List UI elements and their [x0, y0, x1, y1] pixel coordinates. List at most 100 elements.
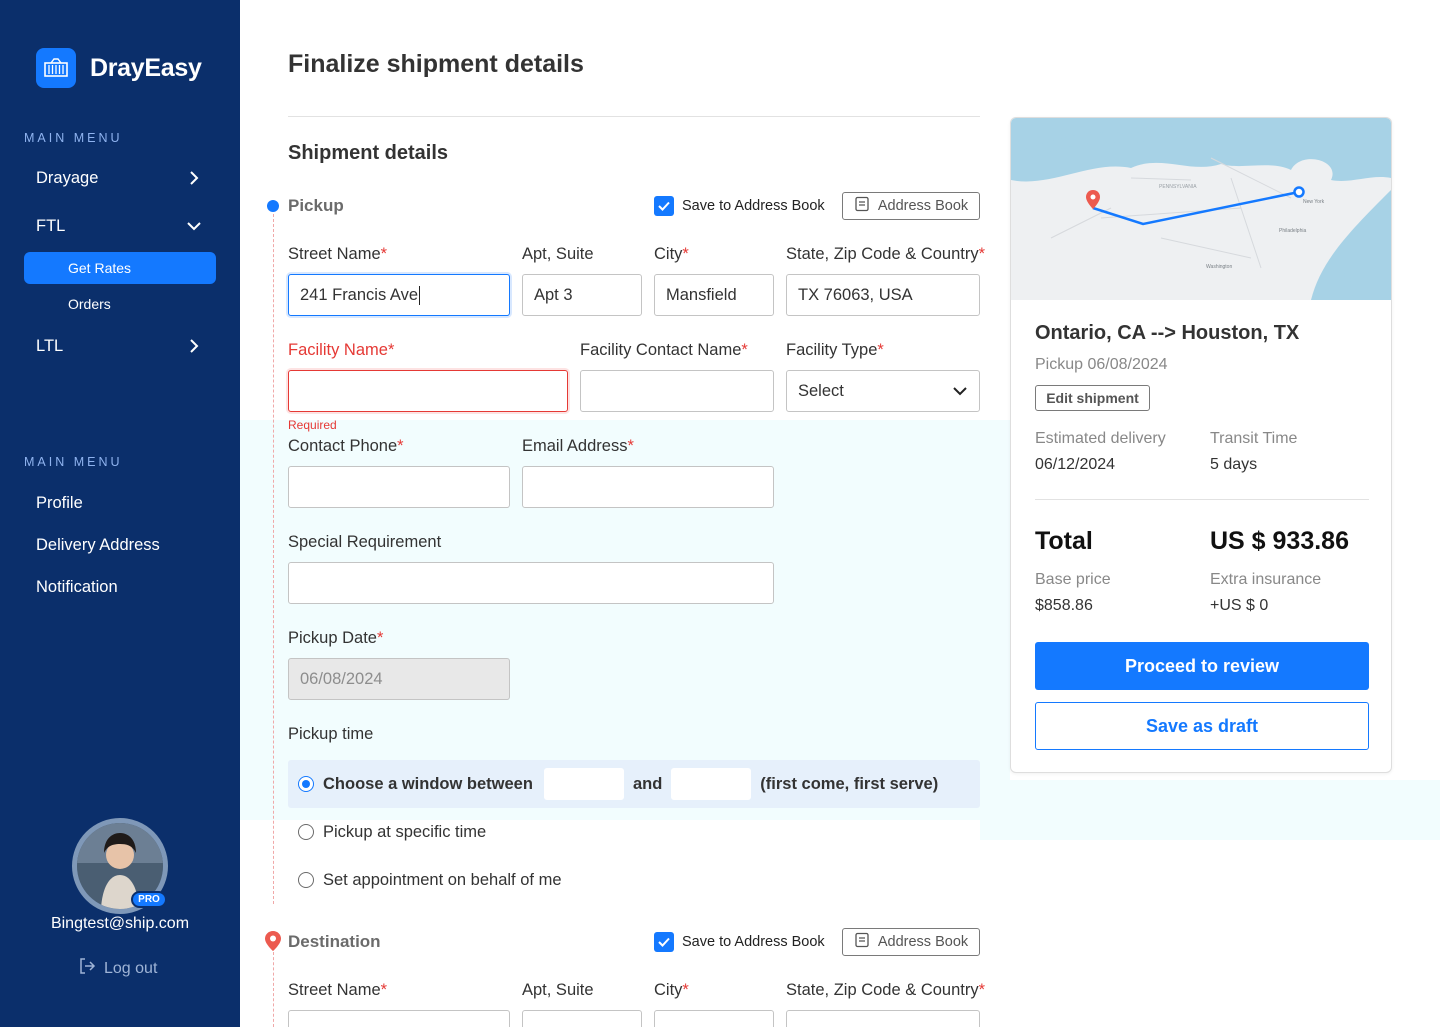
destination-street-label: Street Name* — [288, 981, 388, 999]
main-menu-heading: MAIN MENU — [24, 131, 123, 145]
container-icon — [36, 48, 76, 88]
total-label: Total — [1035, 527, 1093, 555]
destination-state-label: State, Zip Code & Country* — [786, 981, 986, 999]
destination-state-input[interactable] — [786, 1010, 980, 1027]
sidebar-item-notification[interactable]: Notification — [36, 571, 204, 603]
address-book-icon — [854, 196, 870, 216]
pickup-time-specific-option[interactable]: Pickup at specific time — [288, 808, 980, 856]
city-label: City* — [654, 245, 689, 263]
estimated-delivery-value: 06/12/2024 — [1035, 456, 1116, 473]
pickup-time-window-option[interactable]: Choose a window between and (first come,… — [288, 760, 980, 808]
sidebar-item-label: FTL — [36, 216, 66, 235]
pickup-date-label: Pickup Date* — [288, 629, 384, 647]
logout-label: Log out — [104, 959, 158, 977]
radio-unselected-icon[interactable] — [298, 872, 314, 888]
contact-phone-input[interactable] — [288, 466, 510, 508]
timeline-line — [273, 952, 274, 1027]
destination-apt-label: Apt, Suite — [522, 981, 594, 999]
email-address-input[interactable] — [522, 466, 774, 508]
sidebar-item-profile[interactable]: Profile — [36, 487, 204, 519]
total-value: US $ 933.86 — [1210, 527, 1349, 555]
sidebar-item-label: Drayage — [36, 168, 99, 187]
sidebar-item-label: Profile — [36, 493, 83, 512]
base-price-label: Base price — [1035, 571, 1111, 588]
destination-street-input[interactable] — [288, 1010, 510, 1027]
sidebar-item-label: Delivery Address — [36, 535, 160, 554]
destination-city-input[interactable] — [654, 1010, 774, 1027]
facility-name-input[interactable] — [288, 370, 568, 412]
estimated-delivery-label: Estimated delivery — [1035, 430, 1166, 447]
window-suffix-label: (first come, first serve) — [760, 774, 939, 793]
window-start-input[interactable] — [543, 768, 624, 800]
logout-button[interactable]: Log out — [78, 957, 157, 980]
chevron-right-icon — [184, 336, 204, 356]
city-input[interactable]: Mansfield — [654, 274, 774, 316]
contact-phone-label: Contact Phone* — [288, 437, 404, 455]
route-map[interactable]: PENNSYLVANIA New York Philadelphia Washi… — [1011, 118, 1391, 300]
sidebar-subitem-orders[interactable]: Orders — [24, 288, 216, 320]
state-zip-country-label: State, Zip Code & Country* — [786, 245, 986, 263]
special-requirement-label: Special Requirement — [288, 533, 442, 551]
destination-label: Destination — [288, 932, 381, 951]
transit-time-value: 5 days — [1210, 456, 1258, 473]
page-title: Finalize shipment details — [288, 50, 584, 78]
sidebar-subitem-get-rates[interactable]: Get Rates — [24, 252, 216, 284]
window-and-label: and — [632, 774, 663, 793]
account-menu-heading: MAIN MENU — [24, 455, 123, 469]
checkbox-checked-icon[interactable] — [654, 932, 674, 952]
email-address-label: Email Address* — [522, 437, 634, 455]
profile-email: Bingtest@ship.com — [50, 915, 190, 932]
sidebar-item-delivery-address[interactable]: Delivery Address — [36, 529, 204, 561]
transit-time-label: Transit Time — [1210, 430, 1298, 447]
apt-suite-label: Apt, Suite — [522, 245, 594, 263]
address-book-label: Address Book — [877, 934, 969, 950]
street-name-input[interactable]: 241 Francis Ave — [288, 274, 510, 316]
state-zip-country-input[interactable]: TX 76063, USA — [786, 274, 980, 316]
facility-name-label: Facility Name* — [288, 341, 395, 359]
proceed-to-review-button[interactable]: Proceed to review — [1035, 642, 1369, 690]
summary-pickup-date: Pickup 06/08/2024 — [1035, 356, 1168, 373]
address-book-icon — [854, 932, 870, 952]
destination-apt-input[interactable] — [522, 1010, 642, 1027]
sidebar-item-ftl[interactable]: FTL — [36, 210, 204, 242]
map-state-label: PENNSYLVANIA — [1159, 184, 1197, 190]
save-address-book-label: Save to Address Book — [682, 934, 825, 950]
destination-save-address-book[interactable]: Save to Address Book — [654, 932, 825, 952]
window-end-input[interactable] — [671, 768, 752, 800]
pickup-dot-icon — [267, 200, 279, 212]
destination-pin-icon — [265, 931, 281, 951]
sidebar-item-drayage[interactable]: Drayage — [36, 162, 204, 194]
map-city-label: New York — [1303, 199, 1325, 205]
sidebar: DrayEasy MAIN MENU Drayage FTL Get Rates… — [0, 0, 240, 1027]
sidebar-item-ltl[interactable]: LTL — [36, 330, 204, 362]
destination-dot-icon — [1293, 186, 1305, 198]
brand-name: DrayEasy — [90, 53, 202, 82]
edit-shipment-button[interactable]: Edit shipment — [1035, 385, 1150, 411]
facility-type-value: Select — [798, 381, 844, 400]
facility-type-select[interactable]: Select — [786, 370, 980, 412]
route-title: Ontario, CA --> Houston, TX — [1035, 322, 1300, 344]
address-book-label: Address Book — [877, 198, 969, 214]
sidebar-item-label: LTL — [36, 336, 64, 355]
checkbox-checked-icon[interactable] — [654, 196, 674, 216]
facility-type-label: Facility Type* — [786, 341, 884, 359]
logout-icon — [78, 957, 96, 980]
save-as-draft-button[interactable]: Save as draft — [1035, 702, 1369, 750]
pro-badge: PRO — [131, 891, 167, 908]
pickup-time-appointment-option[interactable]: Set appointment on behalf of me — [288, 856, 980, 904]
destination-address-book-button[interactable]: Address Book — [842, 928, 980, 956]
brand[interactable]: DrayEasy — [36, 48, 202, 88]
pickup-save-address-book[interactable]: Save to Address Book — [654, 196, 825, 216]
background-panel — [980, 780, 1440, 840]
radio-unselected-icon[interactable] — [298, 824, 314, 840]
facility-contact-input[interactable] — [580, 370, 774, 412]
destination-city-label: City* — [654, 981, 689, 999]
pickup-address-book-button[interactable]: Address Book — [842, 192, 980, 220]
pickup-time-label: Pickup time — [288, 725, 374, 743]
special-requirement-input[interactable] — [288, 562, 774, 604]
radio-selected-icon[interactable] — [298, 776, 314, 792]
section-title: Shipment details — [288, 142, 449, 164]
pickup-date-input: 06/08/2024 — [288, 658, 510, 700]
apt-suite-input[interactable]: Apt 3 — [522, 274, 642, 316]
street-name-label: Street Name* — [288, 245, 388, 263]
